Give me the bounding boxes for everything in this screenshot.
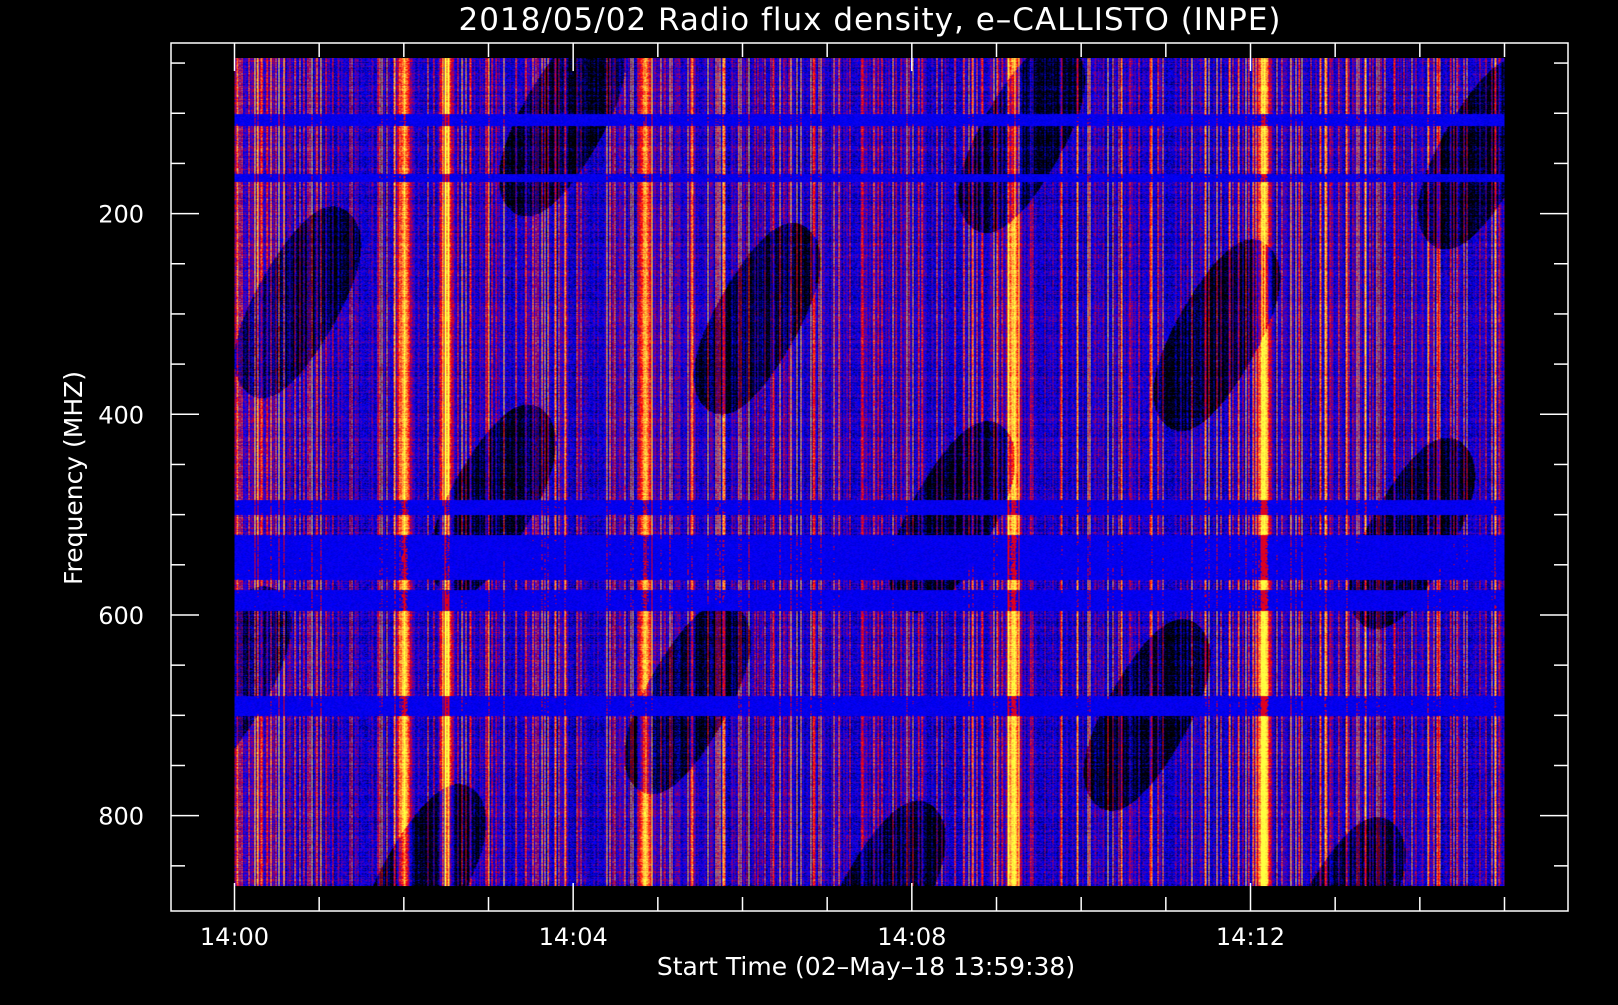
- spectrogram-image: [234, 58, 1505, 887]
- x-tick-label: 14:12: [1216, 923, 1285, 951]
- y-axis-label: Frequency (MHZ): [59, 371, 88, 585]
- y-tick-label: 600: [98, 602, 144, 630]
- y-tick-label: 800: [98, 803, 144, 831]
- x-tick-label: 14:08: [877, 923, 946, 951]
- heatmap-layer: [234, 58, 1505, 887]
- chart-title: 2018/05/02 Radio flux density, e–CALLIST…: [458, 2, 1281, 38]
- y-tick-label: 200: [98, 201, 144, 229]
- x-axis-label: Start Time (02–May–18 13:59:38): [657, 952, 1075, 981]
- y-tick-label: 400: [98, 401, 144, 429]
- chart-svg: 2018/05/02 Radio flux density, e–CALLIST…: [59, 2, 1569, 981]
- spectrogram-chart: 2018/05/02 Radio flux density, e–CALLIST…: [0, 0, 1618, 1000]
- x-tick-label: 14:00: [200, 923, 269, 951]
- x-tick-label: 14:04: [539, 923, 608, 951]
